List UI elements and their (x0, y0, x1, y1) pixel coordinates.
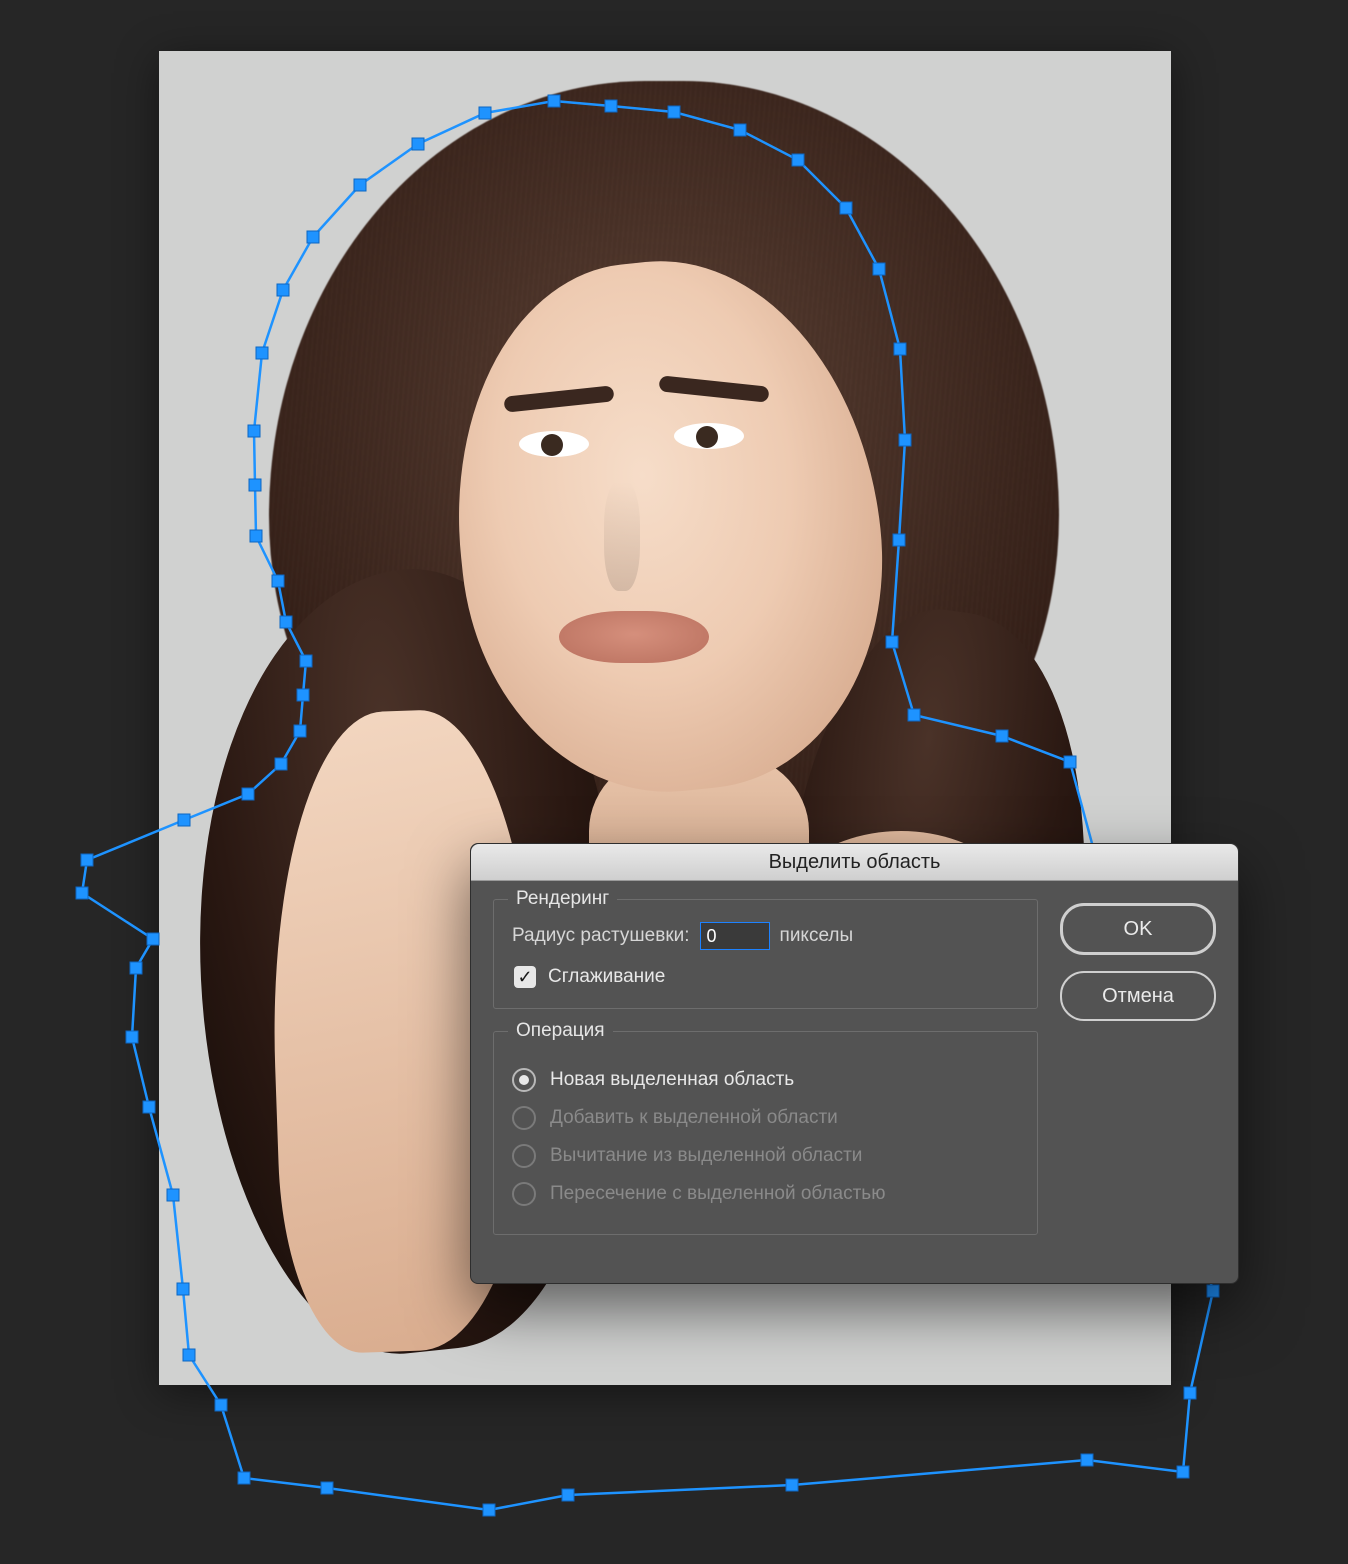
path-anchor[interactable] (147, 933, 159, 945)
operation-new[interactable]: Новая выделенная область (512, 1068, 1019, 1092)
path-anchor[interactable] (1081, 1454, 1093, 1466)
cancel-button[interactable]: Отмена (1060, 971, 1216, 1021)
operation-subtract-label: Вычитание из выделенной области (550, 1145, 862, 1167)
operation-subtract: Вычитание из выделенной области (512, 1144, 1019, 1168)
path-anchor[interactable] (786, 1479, 798, 1491)
rendering-group: Рендеринг Радиус растушевки: пикселы ✓ С… (493, 899, 1038, 1009)
rendering-legend: Рендеринг (508, 888, 617, 910)
path-anchor[interactable] (483, 1504, 495, 1516)
path-anchor[interactable] (1184, 1387, 1196, 1399)
antialias-checkbox[interactable]: ✓ (514, 966, 536, 988)
path-anchor[interactable] (215, 1399, 227, 1411)
operation-add: Добавить к выделенной области (512, 1106, 1019, 1130)
workspace: Выделить область Рендеринг Радиус растуш… (0, 0, 1348, 1564)
radio-icon (512, 1182, 536, 1206)
dialog-title[interactable]: Выделить область (471, 844, 1238, 881)
path-anchor[interactable] (1207, 1285, 1219, 1297)
operation-add-label: Добавить к выделенной области (550, 1107, 838, 1129)
path-anchor[interactable] (562, 1489, 574, 1501)
operation-new-label: Новая выделенная область (550, 1069, 794, 1091)
path-anchor[interactable] (143, 1101, 155, 1113)
feather-radius-input[interactable] (700, 922, 770, 950)
feather-label: Радиус растушевки: (512, 925, 690, 947)
make-selection-dialog: Выделить область Рендеринг Радиус растуш… (470, 843, 1239, 1284)
path-anchor[interactable] (126, 1031, 138, 1043)
radio-icon (512, 1144, 536, 1168)
path-anchor[interactable] (76, 887, 88, 899)
operation-intersect: Пересечение с выделенной областью (512, 1182, 1019, 1206)
operation-intersect-label: Пересечение с выделенной областью (550, 1183, 885, 1205)
ok-button[interactable]: OK (1060, 903, 1216, 955)
path-anchor[interactable] (238, 1472, 250, 1484)
antialias-label: Сглаживание (548, 966, 665, 988)
path-anchor[interactable] (130, 962, 142, 974)
operation-legend: Операция (508, 1020, 613, 1042)
operation-group: Операция Новая выделенная область Добави… (493, 1031, 1038, 1235)
radio-icon (512, 1106, 536, 1130)
path-anchor[interactable] (1177, 1466, 1189, 1478)
path-anchor[interactable] (81, 854, 93, 866)
path-anchor[interactable] (321, 1482, 333, 1494)
radio-icon (512, 1068, 536, 1092)
feather-unit: пикселы (780, 925, 854, 947)
